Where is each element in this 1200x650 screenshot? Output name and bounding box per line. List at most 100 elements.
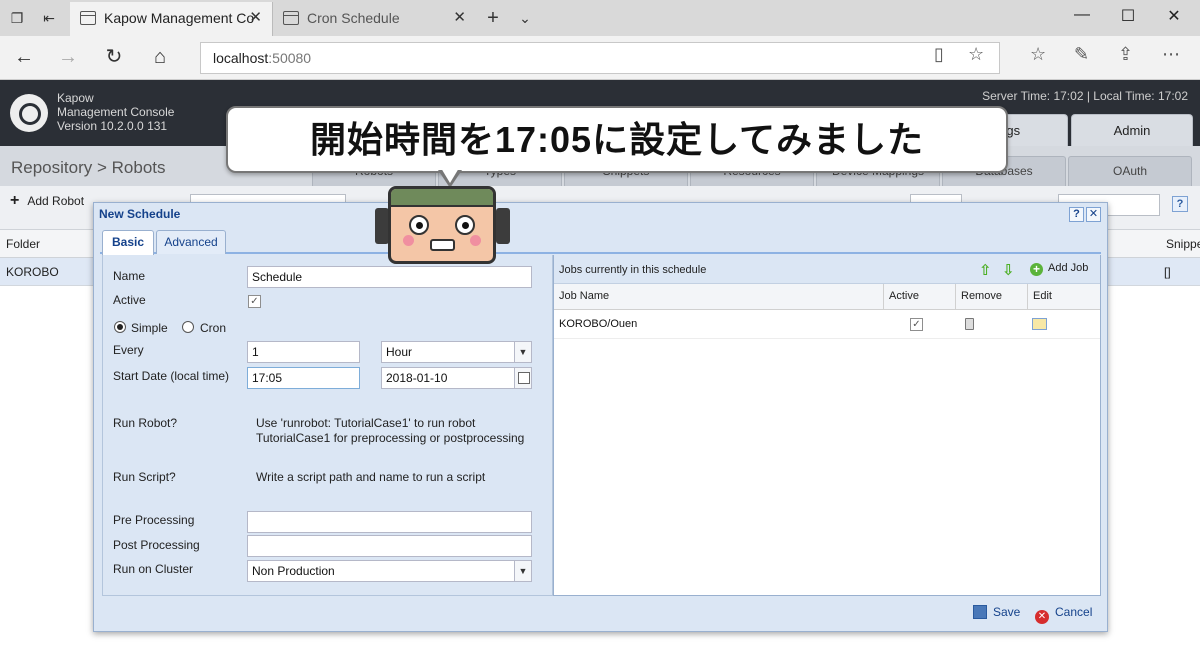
start-time-input[interactable]: 17:05 xyxy=(247,367,360,389)
more-icon[interactable]: ⋯ xyxy=(1162,44,1180,65)
app-version: Version 10.2.0.0 131 xyxy=(57,119,168,133)
browser-tab-kapow[interactable]: Kapow Management Co ✕ xyxy=(70,2,272,36)
kapow-logo-icon xyxy=(10,94,48,132)
jobs-panel-title: Jobs currently in this schedule xyxy=(559,264,707,276)
server-time: Server Time: 17:02 | Local Time: 17:02 xyxy=(982,89,1188,103)
mascot-mouth xyxy=(430,239,455,251)
cancel-button[interactable]: ✕ Cancel xyxy=(1035,605,1092,624)
set-aside-tabs-icon[interactable]: ⇤ xyxy=(40,9,58,27)
favorite-star-icon[interactable]: ☆ xyxy=(968,44,984,65)
dialog-help-icon[interactable]: ? xyxy=(1069,207,1084,222)
edit-icon[interactable] xyxy=(1032,318,1047,330)
minimize-icon[interactable]: — xyxy=(1072,6,1092,24)
share-icon[interactable]: ⇪ xyxy=(1118,44,1133,65)
page-icon xyxy=(80,11,96,25)
every-label: Every xyxy=(113,343,144,357)
save-label: Save xyxy=(993,605,1021,619)
dialog-title: New Schedule xyxy=(99,207,181,221)
tab-label: Cron Schedule xyxy=(307,10,400,26)
save-button[interactable]: Save xyxy=(973,605,1020,619)
move-down-icon[interactable]: ⇩ xyxy=(1002,261,1015,279)
column-header-job-name[interactable]: Job Name xyxy=(554,284,884,310)
back-icon[interactable]: ← xyxy=(12,46,36,68)
mascot-ear xyxy=(375,208,389,244)
add-job-button[interactable]: + Add Job xyxy=(1030,262,1088,276)
cluster-value: Non Production xyxy=(252,564,335,578)
url-host: localhost xyxy=(213,50,269,66)
caption-bubble: 開始時間を17:05に設定してみました xyxy=(226,106,1008,173)
cluster-select[interactable]: Non Production ▼ xyxy=(247,560,532,582)
run-robot-label: Run Robot? xyxy=(113,416,178,430)
plus-icon: + xyxy=(10,192,20,209)
job-active-checkbox[interactable]: ✓ xyxy=(910,318,923,331)
dialog-close-icon[interactable]: ✕ xyxy=(1086,207,1101,222)
column-header-folder[interactable]: Folder xyxy=(6,237,40,251)
app-title-line: Kapow xyxy=(57,91,94,105)
add-robot-button[interactable]: + Add Robot xyxy=(10,192,84,210)
column-header-edit[interactable]: Edit xyxy=(1028,284,1100,310)
mascot-eye xyxy=(409,215,429,235)
add-robot-label: Add Robot xyxy=(27,194,85,208)
forward-icon[interactable]: → xyxy=(56,46,80,68)
favorites-hub-icon[interactable]: ☆ xyxy=(1030,44,1046,65)
caption-text: 開始時間を17:05に設定してみました xyxy=(310,119,924,160)
url-field[interactable]: localhost:50080 xyxy=(200,42,1000,74)
snippets-cell: [] xyxy=(1164,265,1171,279)
refresh-icon[interactable]: ↻ xyxy=(102,46,126,68)
every-unit-select[interactable]: Hour ▼ xyxy=(381,341,532,363)
run-robot-help-line: Use 'runrobot: TutorialCase1' to run rob… xyxy=(256,416,476,430)
close-tab-icon[interactable]: ✕ xyxy=(453,2,466,34)
every-input[interactable]: 1 xyxy=(247,341,360,363)
new-tab-icon[interactable]: + xyxy=(484,8,502,28)
help-icon[interactable]: ? xyxy=(1172,196,1188,212)
jobs-panel: Jobs currently in this schedule ⇧ ⇩ + Add… xyxy=(553,255,1101,596)
run-script-help: Write a script path and name to run a sc… xyxy=(256,470,486,484)
tab-admin[interactable]: Admin xyxy=(1071,114,1193,148)
table-row[interactable]: KOROBO/Ouen ✓ xyxy=(554,311,1100,339)
address-bar-row: ← → ↻ ⌂ localhost:50080 ▯ ☆ ☆ ✎ ⇪ ⋯ xyxy=(0,36,1200,80)
chevron-down-icon[interactable]: ▼ xyxy=(514,342,531,362)
column-header-snippets[interactable]: Snippe xyxy=(1166,237,1200,251)
move-up-icon[interactable]: ⇧ xyxy=(979,261,992,279)
add-job-label: Add Job xyxy=(1048,262,1089,274)
tab-oauth[interactable]: OAuth xyxy=(1068,156,1192,186)
run-script-label: Run Script? xyxy=(113,470,176,484)
maximize-icon[interactable]: ☐ xyxy=(1118,6,1138,26)
name-input[interactable]: Schedule xyxy=(247,266,532,288)
folder-cell: KOROBO xyxy=(6,265,59,279)
browser-tab-bar: ❐ ⇤ Kapow Management Co ✕ Cron Schedule … xyxy=(0,0,1200,36)
start-date-label: Start Date (local time) xyxy=(113,369,230,383)
calendar-icon[interactable] xyxy=(514,368,531,388)
tab-basic[interactable]: Basic xyxy=(102,230,154,255)
run-robot-help: Use 'runrobot: TutorialCase1' to run rob… xyxy=(256,416,524,446)
app-title: Kapow Management Console Version 10.2.0.… xyxy=(57,91,174,133)
simple-radio[interactable] xyxy=(114,321,126,333)
active-checkbox[interactable]: ✓ xyxy=(248,295,261,308)
mascot-head xyxy=(388,186,496,264)
tab-advanced[interactable]: Advanced xyxy=(156,230,226,254)
chevron-down-icon[interactable]: ⌄ xyxy=(516,9,534,27)
close-tab-icon[interactable]: ✕ xyxy=(249,2,262,34)
home-icon[interactable]: ⌂ xyxy=(148,46,172,68)
pre-processing-input[interactable] xyxy=(247,511,532,533)
column-header-remove[interactable]: Remove xyxy=(956,284,1028,310)
window-close-icon[interactable]: ✕ xyxy=(1164,6,1184,26)
app-title-line: Management Console xyxy=(57,105,175,119)
url-port: :50080 xyxy=(268,50,312,66)
dialog-footer: Save ✕ Cancel xyxy=(94,598,1107,632)
browser-tab-cron[interactable]: Cron Schedule ✕ xyxy=(272,2,476,36)
chevron-down-icon[interactable]: ▼ xyxy=(514,561,531,581)
column-header-active[interactable]: Active xyxy=(884,284,956,310)
reading-view-icon[interactable]: ▯ xyxy=(934,44,944,65)
cancel-icon: ✕ xyxy=(1035,610,1049,624)
breadcrumb: Repository > Robots xyxy=(11,158,166,177)
trash-icon[interactable] xyxy=(965,318,974,330)
cron-radio[interactable] xyxy=(182,321,194,333)
tab-list-icon[interactable]: ❐ xyxy=(8,9,26,27)
page-icon xyxy=(283,11,299,25)
web-note-icon[interactable]: ✎ xyxy=(1074,44,1089,65)
new-schedule-dialog: New Schedule ? ✕ Basic Advanced Name Sch… xyxy=(93,202,1108,632)
jobs-panel-header: Jobs currently in this schedule ⇧ ⇩ + Add… xyxy=(554,255,1100,284)
post-processing-input[interactable] xyxy=(247,535,532,557)
start-date-field[interactable]: 2018-01-10 xyxy=(381,367,532,389)
